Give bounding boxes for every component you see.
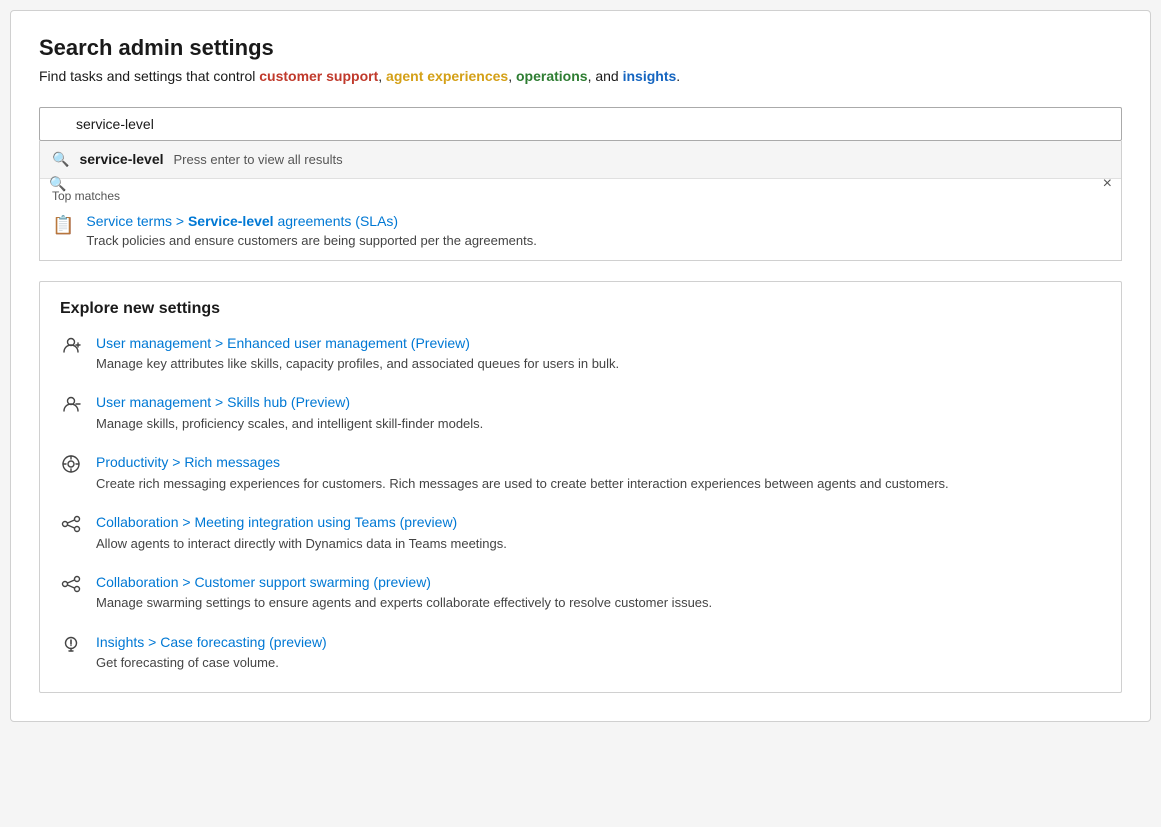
top-matches-label: Top matches [52, 189, 1109, 203]
search-input[interactable] [39, 107, 1122, 141]
match-desc-0: Track policies and ensure customers are … [86, 233, 536, 248]
top-matches-section: Top matches 📋 Service terms > Service-le… [40, 179, 1121, 260]
explore-item-0[interactable]: User management > Enhanced user manageme… [60, 334, 1101, 374]
explore-item-4[interactable]: Collaboration > Customer support swarmin… [60, 573, 1101, 613]
explore-content-4: Collaboration > Customer support swarmin… [96, 573, 712, 613]
search-clear-button[interactable]: × [1103, 176, 1112, 192]
match-breadcrumb: Service terms > [86, 213, 188, 229]
explore-icon-collab-1 [60, 574, 82, 600]
explore-item-3[interactable]: Collaboration > Meeting integration usin… [60, 513, 1101, 553]
explore-content-1: User management > Skills hub (Preview) M… [96, 393, 483, 433]
suggestion-hint: Press enter to view all results [174, 152, 343, 167]
explore-icon-insights [60, 634, 82, 660]
subtitle-comma3: , and [588, 68, 623, 84]
search-dropdown: 🔍 service-level Press enter to view all … [39, 141, 1122, 261]
match-link-0: Service terms > Service-level agreements… [86, 213, 398, 229]
explore-link-1[interactable]: User management > Skills hub (Preview) [96, 394, 350, 410]
search-suggestion-item[interactable]: 🔍 service-level Press enter to view all … [40, 141, 1121, 179]
subtitle-prefix: Find tasks and settings that control [39, 68, 259, 84]
explore-desc-3: Allow agents to interact directly with D… [96, 535, 507, 553]
explore-section: Explore new settings User management > E… [39, 281, 1122, 694]
subtitle-insights: insights [623, 68, 677, 84]
suggestion-search-icon: 🔍 [52, 151, 69, 168]
explore-item-2[interactable]: Productivity > Rich messages Create rich… [60, 453, 1101, 493]
explore-desc-1: Manage skills, proficiency scales, and i… [96, 415, 483, 433]
explore-content-2: Productivity > Rich messages Create rich… [96, 453, 949, 493]
subtitle-period: . [676, 68, 680, 84]
subtitle-comma2: , [508, 68, 516, 84]
page-title: Search admin settings [39, 35, 1122, 61]
explore-icon-productivity [60, 454, 82, 480]
explore-icon-user-0 [60, 335, 82, 361]
match-content-0: Service terms > Service-level agreements… [86, 213, 536, 248]
subtitle-comma1: , [378, 68, 386, 84]
match-link-bold: Service-level [188, 213, 274, 229]
explore-icon-collab-0 [60, 514, 82, 540]
subtitle-operations: operations [516, 68, 588, 84]
explore-content-5: Insights > Case forecasting (preview) Ge… [96, 633, 327, 673]
match-item-0[interactable]: 📋 Service terms > Service-level agreemen… [52, 213, 1109, 248]
suggestion-bold-text: service-level [79, 151, 163, 167]
explore-desc-4: Manage swarming settings to ensure agent… [96, 594, 712, 612]
explore-desc-5: Get forecasting of case volume. [96, 654, 327, 672]
explore-link-4[interactable]: Collaboration > Customer support swarmin… [96, 574, 431, 590]
explore-link-0[interactable]: User management > Enhanced user manageme… [96, 335, 470, 351]
explore-desc-0: Manage key attributes like skills, capac… [96, 355, 619, 373]
suggestion-text: service-level [79, 151, 163, 167]
explore-title: Explore new settings [60, 300, 1101, 318]
subtitle-agent-experiences: agent experiences [386, 68, 508, 84]
explore-link-3[interactable]: Collaboration > Meeting integration usin… [96, 514, 457, 530]
match-icon-0: 📋 [52, 215, 74, 236]
explore-item-1[interactable]: User management > Skills hub (Preview) M… [60, 393, 1101, 433]
explore-item-5[interactable]: Insights > Case forecasting (preview) Ge… [60, 633, 1101, 673]
page-subtitle: Find tasks and settings that control cus… [39, 67, 1122, 87]
explore-link-2[interactable]: Productivity > Rich messages [96, 454, 280, 470]
explore-link-5[interactable]: Insights > Case forecasting (preview) [96, 634, 327, 650]
subtitle-customer-support: customer support [259, 68, 378, 84]
explore-desc-2: Create rich messaging experiences for cu… [96, 475, 949, 493]
search-wrapper: 🔍 × 🔍 service-level Press enter to view … [39, 107, 1122, 261]
explore-content-3: Collaboration > Meeting integration usin… [96, 513, 507, 553]
main-container: Search admin settings Find tasks and set… [10, 10, 1151, 722]
explore-content-0: User management > Enhanced user manageme… [96, 334, 619, 374]
match-link-rest: agreements (SLAs) [274, 213, 399, 229]
explore-icon-user-1 [60, 394, 82, 420]
search-icon: 🔍 [49, 175, 66, 192]
